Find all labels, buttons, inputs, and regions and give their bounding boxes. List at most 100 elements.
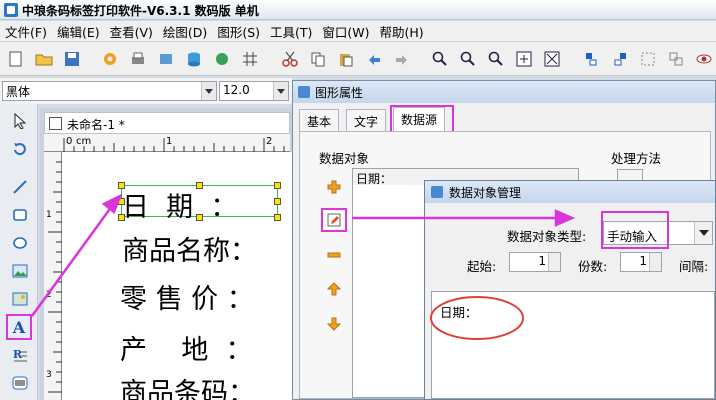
vruler-tick-3: 3 xyxy=(46,370,52,380)
full-page-icon[interactable] xyxy=(542,49,562,69)
copies-spinner[interactable]: 1 xyxy=(620,252,662,272)
interval-label: 间隔: xyxy=(679,259,709,274)
type-highlight-box xyxy=(601,211,669,249)
image-tool-icon[interactable] xyxy=(9,260,30,281)
align-right-icon[interactable] xyxy=(610,49,630,69)
new-file-icon[interactable] xyxy=(6,49,26,69)
start-spinner[interactable]: 1 xyxy=(509,252,561,272)
tool-palette: A R xyxy=(0,104,38,400)
align-left-icon[interactable] xyxy=(582,49,602,69)
main-toolbar xyxy=(0,42,716,76)
save-icon[interactable] xyxy=(62,49,82,69)
label-canvas[interactable]: 日 期 ： 商品名称： 零 售 价 ： 产 地 ： 商品条码： xyxy=(62,152,292,400)
ruler-unit: cm xyxy=(76,136,92,147)
open-folder-icon[interactable] xyxy=(34,49,54,69)
resize-handle[interactable] xyxy=(274,198,281,205)
zoom-out-icon[interactable] xyxy=(458,49,478,69)
start-label: 起始: xyxy=(467,259,497,274)
rectangle-tool-icon[interactable] xyxy=(9,204,30,225)
dialog-icon xyxy=(298,86,310,98)
move-up-icon[interactable] xyxy=(321,277,347,301)
edit-icon[interactable] xyxy=(321,208,347,232)
menu-draw[interactable]: 绘图(D) xyxy=(158,22,212,41)
list-item-label: 日期： xyxy=(356,172,393,186)
add-icon[interactable] xyxy=(321,175,347,199)
menu-help[interactable]: 帮助(H) xyxy=(375,22,429,41)
data-object-manager-dialog: 数据对象管理 数据对象类型: 手动输入 起始: 1 份数: 1 间隔: 日期： xyxy=(424,180,716,400)
tab-text[interactable]: 文字 xyxy=(346,109,387,131)
start-value: 1 xyxy=(538,254,546,268)
menu-tools[interactable]: 工具(T) xyxy=(265,22,317,41)
rotate-tool-icon[interactable] xyxy=(9,138,30,159)
ungroup-icon[interactable] xyxy=(666,49,686,69)
document-icon xyxy=(49,117,62,130)
font-size-value: 12.0 xyxy=(223,83,250,97)
font-family-select[interactable]: 黑体 xyxy=(2,81,217,101)
cut-icon[interactable] xyxy=(280,49,300,69)
annotation-circle xyxy=(430,296,524,340)
menu-edit[interactable]: 编辑(E) xyxy=(52,22,105,41)
dialog-title-bar[interactable]: 数据对象管理 xyxy=(425,181,715,203)
spinner-arrows-icon[interactable] xyxy=(548,253,560,271)
ruler-tick-0: 0 xyxy=(66,136,73,147)
line-tool-icon[interactable] xyxy=(9,176,30,197)
undo-icon[interactable] xyxy=(364,49,384,69)
multiline-text-tool-icon[interactable]: R xyxy=(9,344,30,365)
data-object-type-label: 数据对象类型: xyxy=(507,229,587,244)
document-tab-label: 未命名-1 * xyxy=(67,118,125,132)
menu-bar: 文件(F) 编辑(E) 查看(V) 绘图(D) 图形(S) 工具(T) 窗口(W… xyxy=(0,21,716,42)
tab-basic[interactable]: 基本 xyxy=(299,109,340,131)
resize-handle[interactable] xyxy=(274,214,281,221)
menu-window[interactable]: 窗口(W) xyxy=(317,22,374,41)
copy-icon[interactable] xyxy=(308,49,328,69)
dialog-title-bar[interactable]: 图形属性 xyxy=(293,81,715,103)
label-line-origin[interactable]: 产 地 ： xyxy=(120,328,253,367)
print-icon[interactable] xyxy=(128,49,148,69)
data-source-icon[interactable] xyxy=(212,49,232,69)
ruler-tick-1: 1 xyxy=(166,136,173,147)
chevron-down-icon[interactable] xyxy=(201,82,216,100)
group-icon[interactable] xyxy=(638,49,658,69)
menu-file[interactable]: 文件(F) xyxy=(0,22,52,41)
text-tool-icon[interactable]: A xyxy=(6,314,32,340)
menu-view[interactable]: 查看(V) xyxy=(105,22,158,41)
chevron-down-icon[interactable] xyxy=(273,82,288,100)
spinner-arrows-icon[interactable] xyxy=(649,253,661,271)
redo-icon[interactable] xyxy=(392,49,412,69)
resize-handle[interactable] xyxy=(274,182,281,189)
select-pointer-icon[interactable] xyxy=(9,110,30,131)
menu-shape[interactable]: 图形(S) xyxy=(212,22,265,41)
picture-tool-icon[interactable] xyxy=(9,288,30,309)
database-icon[interactable] xyxy=(184,49,204,69)
font-size-select[interactable]: 12.0 xyxy=(219,81,289,101)
label-line-retail-price[interactable]: 零 售 价 ： xyxy=(120,277,254,316)
ellipse-tool-icon[interactable] xyxy=(9,232,30,253)
remove-icon[interactable] xyxy=(321,243,347,267)
vertical-ruler: 1 2 3 xyxy=(44,152,62,400)
copies-value: 1 xyxy=(639,254,647,268)
paste-icon[interactable] xyxy=(336,49,356,69)
move-down-icon[interactable] xyxy=(321,312,347,336)
label-line-product-name[interactable]: 商品名称： xyxy=(122,229,257,268)
actual-size-icon[interactable] xyxy=(514,49,534,69)
svg-text:R: R xyxy=(13,348,23,361)
settings-gear-icon[interactable] xyxy=(100,49,120,69)
font-family-value: 黑体 xyxy=(6,85,31,99)
grid-icon[interactable] xyxy=(240,49,260,69)
vruler-tick-2: 2 xyxy=(46,290,52,300)
chevron-down-icon[interactable] xyxy=(694,222,712,244)
view-eye-icon[interactable] xyxy=(694,49,714,69)
label-line-date[interactable]: 日 期 ： xyxy=(122,185,237,224)
zoom-fit-icon[interactable] xyxy=(486,49,506,69)
title-bar: 中琅条码标签打印软件-V6.3.1 数码版 单机 xyxy=(0,0,716,20)
ruler-tick-2: 2 xyxy=(266,136,273,147)
font-bar: 黑体 12.0 xyxy=(0,78,292,104)
window-title: 中琅条码标签打印软件-V6.3.1 数码版 单机 xyxy=(22,4,259,18)
vruler-tick-1: 1 xyxy=(46,210,52,220)
label-line-barcode[interactable]: 商品条码： xyxy=(120,371,255,400)
document-tab[interactable]: 未命名-1 * xyxy=(44,112,290,134)
dialog-title: 数据对象管理 xyxy=(449,186,522,200)
print-preview-icon[interactable] xyxy=(156,49,176,69)
barcode-tool-icon[interactable] xyxy=(9,372,30,393)
zoom-in-icon[interactable] xyxy=(430,49,450,69)
